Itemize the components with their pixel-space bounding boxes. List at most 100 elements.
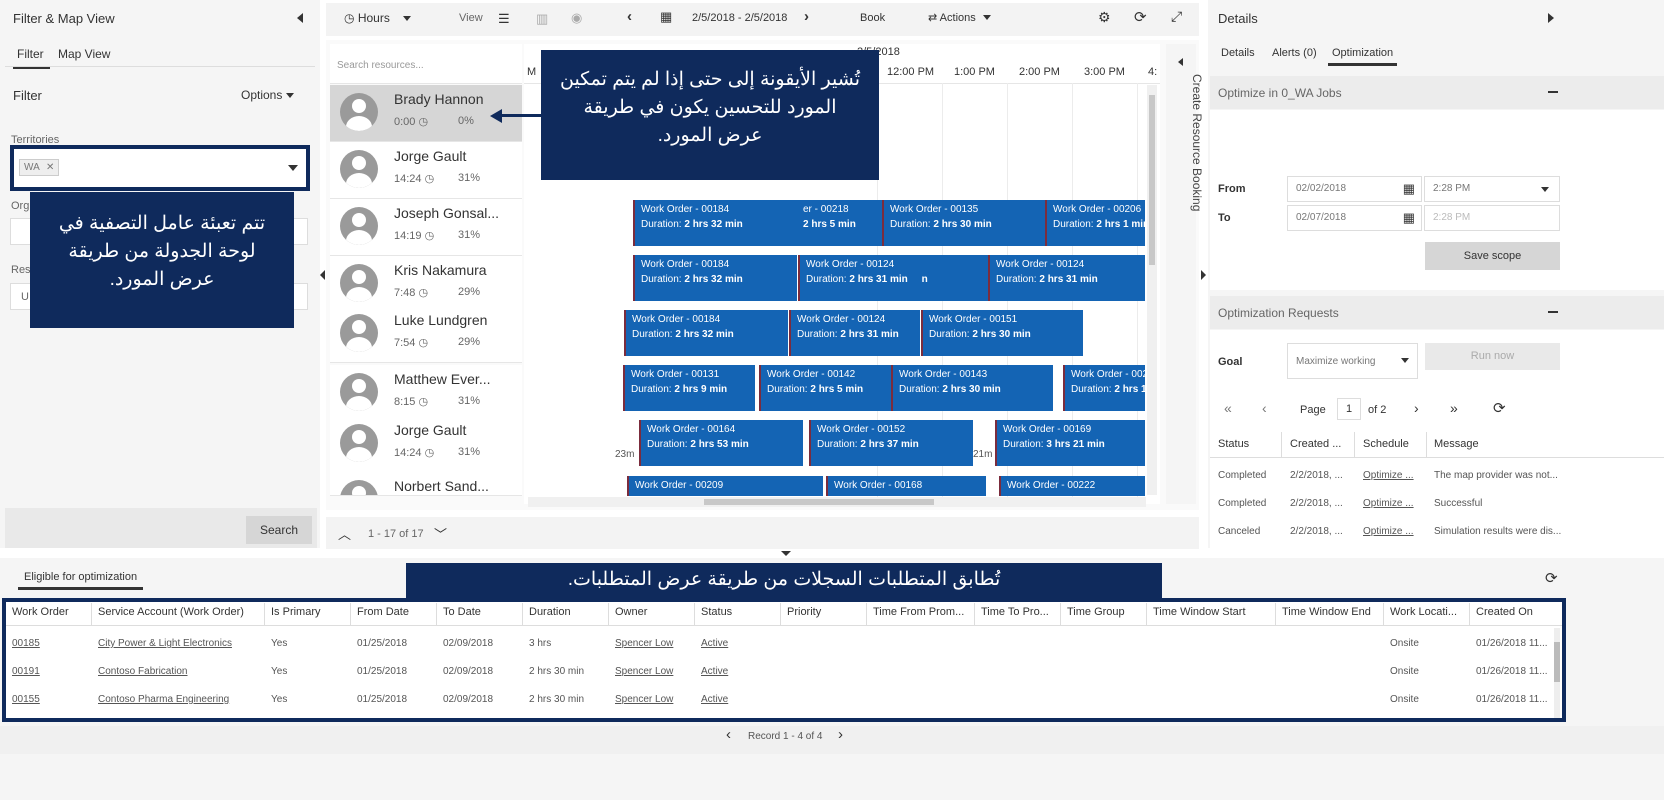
last-page-icon[interactable]: »: [1450, 400, 1458, 416]
search-button[interactable]: Search: [246, 516, 312, 544]
booking-block[interactable]: Work Order - 00151 Duration: 2 hrs 30 min: [921, 310, 1083, 356]
booking-block[interactable]: Work Order - 00222: [999, 476, 1145, 496]
owner-link[interactable]: Spencer Low: [615, 694, 673, 705]
booking-block[interactable]: Work Order - 00184 Duration: 2 hrs 32 min: [624, 310, 788, 356]
scrollbar-thumb[interactable]: [1149, 95, 1155, 265]
collapse-right-icon[interactable]: [1548, 13, 1554, 23]
booking-block[interactable]: er - 00218 2 hrs 5 min: [797, 200, 882, 246]
pager-up-icon[interactable]: ︿: [338, 524, 351, 543]
tab-optimization[interactable]: Optimization: [1328, 47, 1398, 66]
prev-page-icon[interactable]: ‹: [1262, 400, 1267, 416]
column-header[interactable]: Duration: [529, 606, 571, 618]
date-range[interactable]: 2/5/2018 - 2/5/2018: [692, 12, 787, 24]
chevron-down-icon[interactable]: [1541, 187, 1549, 192]
record-prev-icon[interactable]: ‹: [726, 726, 731, 743]
tab-map-view[interactable]: Map View: [58, 47, 110, 61]
calendar-icon[interactable]: ▦: [660, 9, 672, 25]
column-header[interactable]: Work Locati...: [1390, 606, 1457, 618]
resource-row[interactable]: Jorge Gault 14:24 ◷ 31%: [330, 416, 522, 473]
resource-row[interactable]: Jorge Gault 14:24 ◷ 31%: [330, 142, 522, 199]
previous-date-icon[interactable]: ‹: [627, 8, 632, 25]
collapse-section-icon[interactable]: [1548, 311, 1558, 313]
booking-block[interactable]: Work Order - 00124 Duration: 2 hrs 31 min: [988, 255, 1145, 301]
booking-block[interactable]: Work Order - 00142 Duration: 2 hrs 5 min: [759, 365, 891, 411]
territories-field[interactable]: WA ✕: [10, 145, 310, 191]
scrollbar-thumb[interactable]: [1554, 642, 1560, 682]
booking-block[interactable]: Work Order - 00124 Duration: 2 hrs 31 min…: [798, 255, 988, 301]
status-link[interactable]: Active: [701, 694, 728, 705]
requirements-vertical-scrollbar[interactable]: [1554, 628, 1560, 718]
column-header[interactable]: To Date: [443, 606, 481, 618]
booking-block[interactable]: Work Order - 00184 Duration: 2 hrs 32 min: [633, 255, 797, 301]
column-header[interactable]: Status: [701, 606, 732, 618]
chevron-down-icon[interactable]: [288, 165, 298, 171]
pager-down-icon[interactable]: ﹀: [434, 524, 447, 543]
booking-block[interactable]: Work Order - 00124 Duration: 2 hrs 31 min: [789, 310, 920, 356]
chevron-down-icon[interactable]: [1401, 358, 1409, 363]
booking-block[interactable]: Work Order - 002 Duration: 2 hrs 1: [1063, 365, 1145, 411]
refresh-icon[interactable]: ⟳: [1134, 8, 1147, 26]
resource-row[interactable]: Norbert Sand...: [330, 472, 522, 496]
column-header[interactable]: Work Order: [12, 606, 69, 618]
settings-gear-icon[interactable]: ⚙: [1098, 9, 1111, 26]
save-scope-button[interactable]: Save scope: [1425, 242, 1560, 270]
vertical-scrollbar[interactable]: [1147, 85, 1157, 495]
booking-block[interactable]: Work Order - 00169 Duration: 3 hrs 21 min: [995, 420, 1145, 466]
work-order-link[interactable]: 00185: [12, 638, 40, 649]
horizontal-scrollbar[interactable]: [528, 497, 1146, 507]
first-page-icon[interactable]: «: [1224, 400, 1232, 416]
status-link[interactable]: Active: [701, 638, 728, 649]
owner-link[interactable]: Spencer Low: [615, 666, 673, 677]
booking-block[interactable]: Work Order - 00164 Duration: 2 hrs 53 min: [639, 420, 803, 466]
book-button[interactable]: Book: [860, 12, 885, 24]
column-header[interactable]: Schedule: [1363, 438, 1409, 450]
booking-block[interactable]: Work Order - 00184 Duration: 2 hrs 32 min: [633, 200, 797, 246]
booking-block[interactable]: Work Order - 00168: [826, 476, 986, 496]
territory-tag[interactable]: WA ✕: [19, 159, 60, 176]
remove-tag-icon[interactable]: ✕: [46, 162, 54, 173]
tab-eligible-for-optimization[interactable]: Eligible for optimization: [18, 571, 144, 590]
hours-dropdown[interactable]: ◷ Hours: [344, 11, 411, 25]
scrollbar-thumb[interactable]: [704, 499, 934, 505]
goal-select[interactable]: Maximize working: [1287, 343, 1418, 379]
request-schedule-link[interactable]: Optimize ...: [1363, 526, 1414, 537]
resource-row[interactable]: Luke Lundgren 7:54 ◷ 29%: [330, 306, 522, 363]
service-account-link[interactable]: City Power & Light Electronics: [98, 638, 232, 649]
column-header[interactable]: From Date: [357, 606, 409, 618]
list-view-icon[interactable]: ☰: [498, 11, 510, 27]
work-order-link[interactable]: 00191: [12, 666, 40, 677]
column-header[interactable]: Time To Pro...: [981, 606, 1049, 618]
record-next-icon[interactable]: ›: [838, 726, 843, 743]
map-view-icon[interactable]: ◉: [571, 10, 582, 26]
resource-row[interactable]: Kris Nakamura 7:48 ◷ 29%: [330, 256, 522, 313]
service-account-link[interactable]: Contoso Pharma Engineering: [98, 694, 229, 705]
tab-details[interactable]: Details: [1221, 47, 1255, 59]
column-header[interactable]: Time Window Start: [1153, 606, 1246, 618]
refresh-icon[interactable]: ⟳: [1545, 569, 1558, 587]
request-schedule-link[interactable]: Optimize ...: [1363, 498, 1414, 509]
resource-row[interactable]: Matthew Ever... 8:15 ◷ 31%: [330, 365, 522, 422]
calendar-icon[interactable]: ▦: [1403, 181, 1415, 197]
column-header[interactable]: Created On: [1476, 606, 1533, 618]
expand-icon[interactable]: ⤢: [1171, 8, 1182, 25]
status-link[interactable]: Active: [701, 666, 728, 677]
run-now-button[interactable]: Run now: [1425, 343, 1560, 370]
booking-block[interactable]: Work Order - 00143 Duration: 2 hrs 30 min: [891, 365, 1053, 411]
to-date-field[interactable]: 02/07/2018 ▦: [1287, 205, 1422, 231]
owner-link[interactable]: Spencer Low: [615, 638, 673, 649]
column-header[interactable]: Priority: [787, 606, 821, 618]
column-header[interactable]: Status: [1218, 438, 1249, 450]
request-schedule-link[interactable]: Optimize ...: [1363, 470, 1414, 481]
splitter-down-icon[interactable]: [781, 551, 791, 556]
booking-block[interactable]: Work Order - 00131 Duration: 2 hrs 9 min: [623, 365, 755, 411]
resource-search-input[interactable]: Search resources...: [330, 44, 522, 84]
calendar-icon[interactable]: ▦: [1403, 210, 1415, 226]
column-header[interactable]: Message: [1434, 438, 1479, 450]
panel-splitter-left[interactable]: [320, 270, 325, 280]
column-header[interactable]: Owner: [615, 606, 647, 618]
booking-block[interactable]: Work Order - 00206 Duration: 2 hrs 1 min: [1045, 200, 1145, 246]
collapse-arrow-icon[interactable]: [1178, 58, 1183, 66]
filter-options-button[interactable]: Options: [241, 88, 294, 102]
booking-block[interactable]: Work Order - 00209: [627, 476, 823, 496]
service-account-link[interactable]: Contoso Fabrication: [98, 666, 188, 677]
